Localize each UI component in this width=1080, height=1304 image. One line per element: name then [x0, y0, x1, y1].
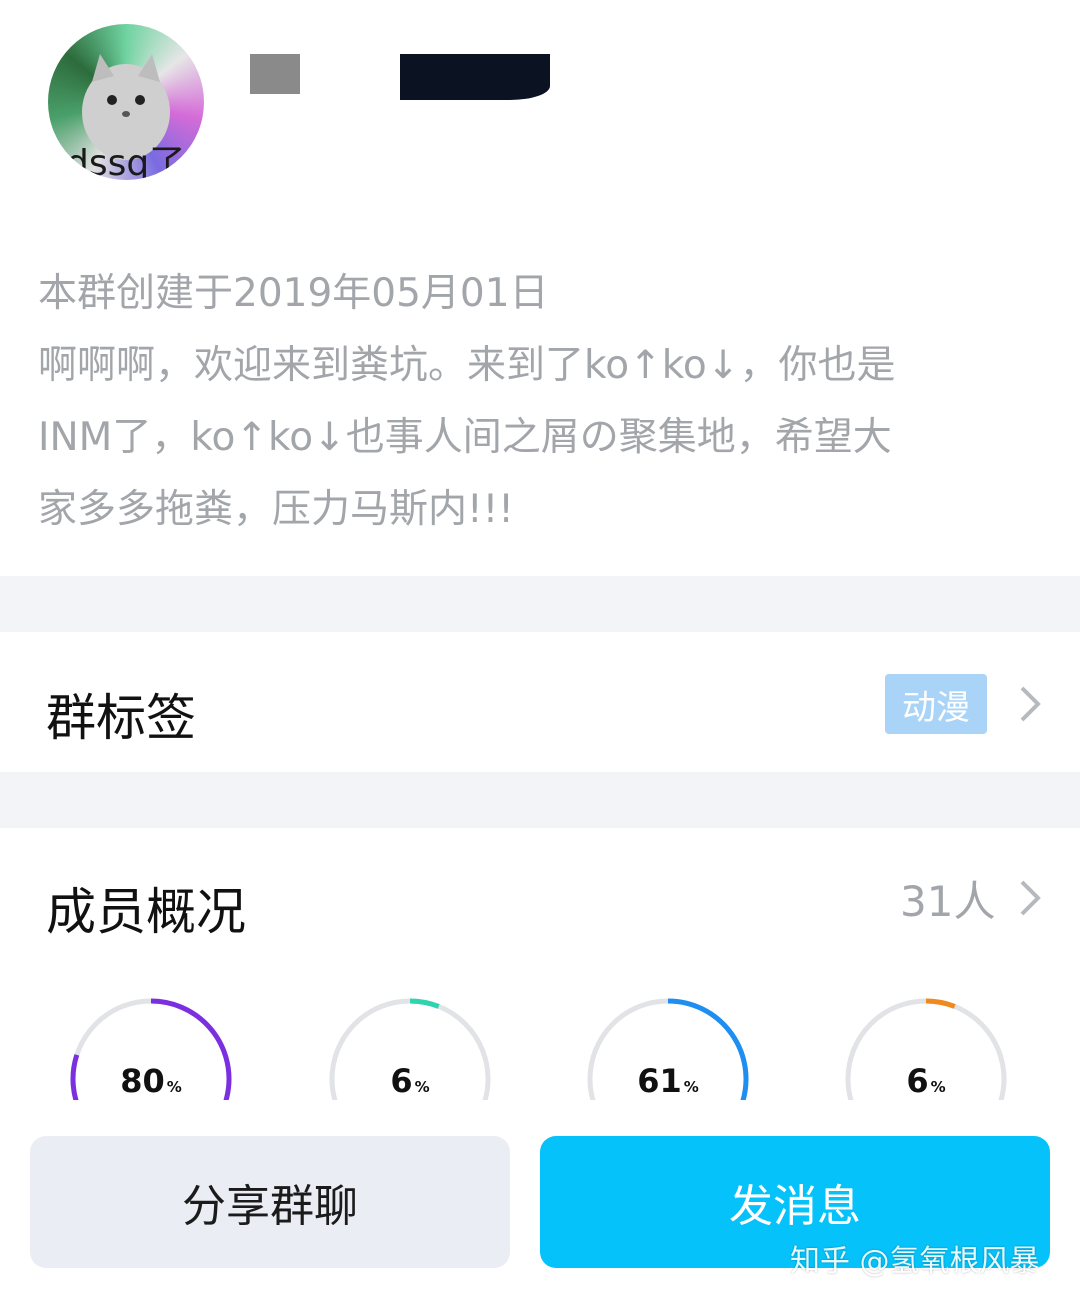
share-group-button[interactable]: 分享群聊	[30, 1136, 510, 1268]
tag-badge: 动漫	[885, 674, 987, 734]
stat-value: 6%	[390, 1062, 430, 1100]
group-tag-title: 群标签	[46, 689, 196, 747]
stat-gauge: 61%	[585, 996, 751, 1100]
description-line: 啊啊啊，欢迎来到粪坑。来到了ko↑ko↓，你也是	[38, 343, 896, 388]
section-divider	[0, 576, 1080, 632]
chevron-right-icon[interactable]	[1018, 878, 1042, 918]
gauge-arc	[925, 998, 956, 1009]
watermark: 知乎 @氢氧根风暴	[790, 1244, 1040, 1279]
created-date-text: 本群创建于2019年05月01日	[38, 271, 549, 316]
redacted-block	[250, 54, 300, 94]
redacted-group-name	[400, 54, 550, 100]
group-description: 本群创建于2019年05月01日 啊啊啊，欢迎来到粪坑。来到了ko↑ko↓，你也…	[38, 258, 1038, 546]
stat-gauge: 80%	[68, 996, 234, 1100]
stat-value: 6%	[906, 1062, 946, 1100]
avatar-caption: dssq了	[66, 143, 186, 180]
members-title: 成员概况	[46, 883, 246, 941]
description-line: 家多多拖粪，压力马斯内!!!	[38, 487, 514, 532]
gauge-arc	[409, 998, 440, 1009]
group-avatar[interactable]: dssq了	[48, 24, 204, 180]
stat-value: 80%	[120, 1062, 182, 1100]
section-divider	[0, 772, 1080, 828]
chevron-right-icon[interactable]	[1018, 684, 1042, 724]
stat-value: 61%	[637, 1062, 699, 1100]
stat-gauge: 6%	[843, 996, 1009, 1100]
description-line: INM了，ko↑ko↓也事人间之屑の聚集地，希望大	[38, 415, 892, 460]
member-count: 31人	[900, 877, 996, 926]
stat-gauge: 6%	[327, 996, 493, 1100]
